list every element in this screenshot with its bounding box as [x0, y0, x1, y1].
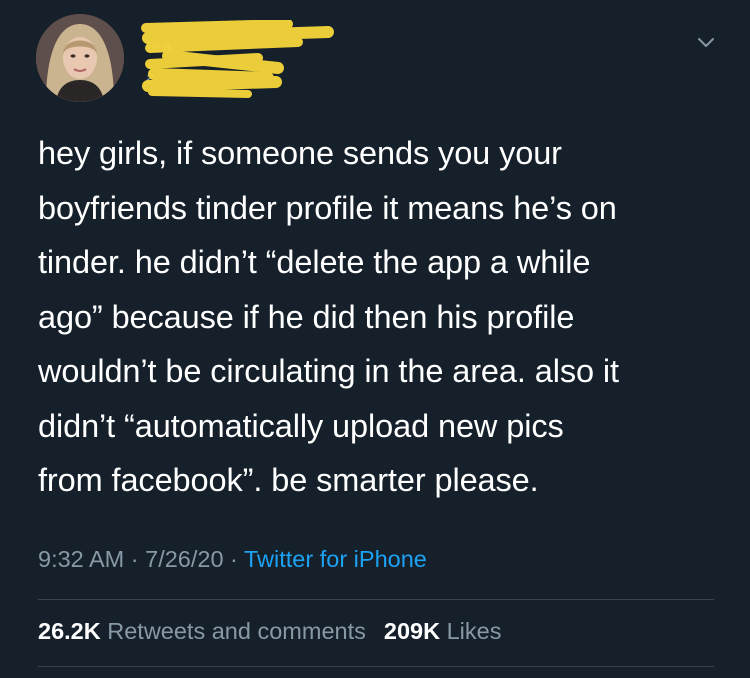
tweet-stats: 26.2K Retweets and comments 209K Likes [38, 618, 501, 645]
chevron-down-icon[interactable] [694, 30, 718, 54]
avatar-photo [36, 14, 124, 102]
tweet-detail: tea a hey girls, if someone sends you yo… [0, 0, 750, 678]
retweets-stat[interactable]: 26.2K Retweets and comments [38, 618, 366, 644]
tweet-text: hey girls, if someone sends you your boy… [38, 135, 619, 498]
tweet-date: 7/26/20 [145, 546, 224, 572]
meta-separator: · [223, 546, 244, 572]
meta-separator: · [124, 546, 146, 572]
retweets-count: 26.2K [38, 618, 101, 644]
author-name-block[interactable]: tea a [138, 20, 348, 98]
likes-stat[interactable]: 209K Likes [384, 618, 502, 644]
likes-count: 209K [383, 618, 441, 644]
avatar[interactable] [36, 14, 124, 102]
divider [38, 599, 714, 600]
likes-label: Likes [446, 618, 502, 644]
divider [38, 666, 714, 667]
tweet-meta: 9:32 AM · 7/26/20 · Twitter for iPhone [38, 546, 427, 573]
retweets-label: Retweets and comments [107, 618, 366, 644]
tweet-source-link[interactable]: Twitter for iPhone [244, 546, 427, 572]
redaction-scribble [141, 20, 334, 98]
tweet-time: 9:32 AM [38, 546, 125, 572]
